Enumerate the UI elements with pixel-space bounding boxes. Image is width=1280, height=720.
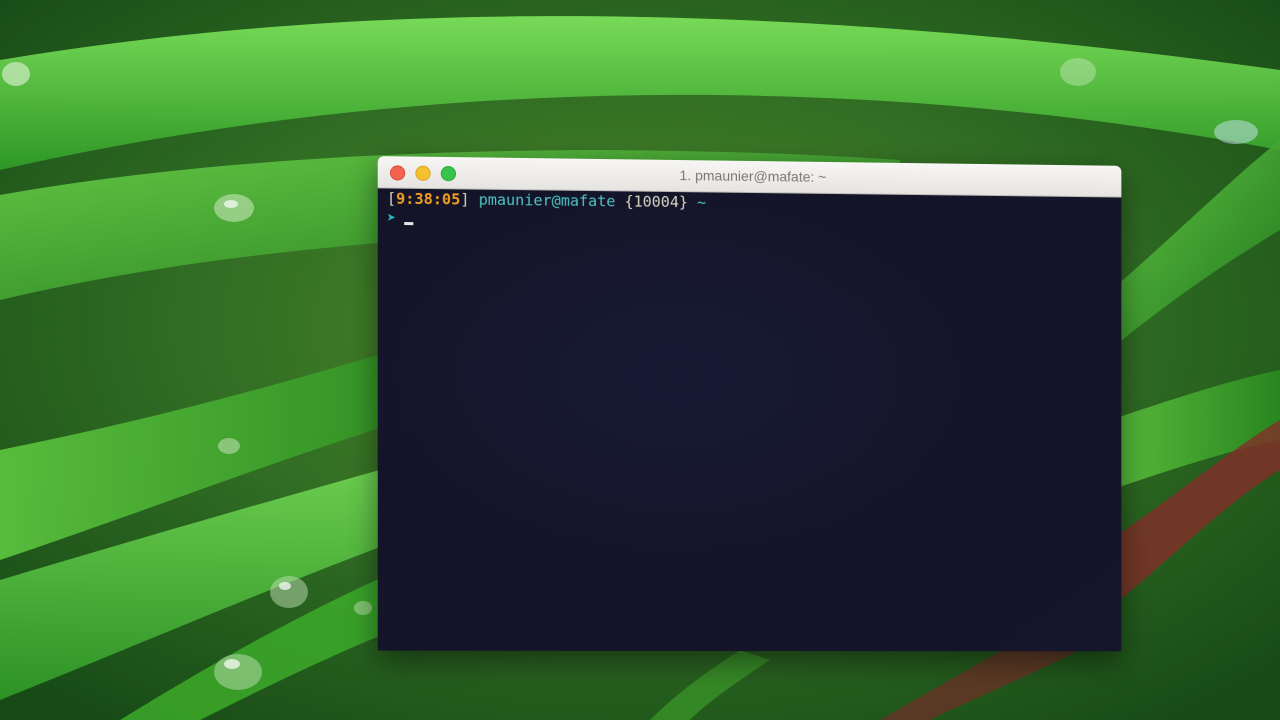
prompt-cwd: ~ [697, 193, 707, 212]
text-cursor [404, 221, 414, 226]
prompt-open-bracket: [ [386, 189, 397, 208]
prompt-job-count: {10004} [624, 192, 688, 212]
prompt-user-host: pmaunier@mafate [478, 190, 616, 211]
desktop: 1. pmaunier@mafate: ~ [9:38:05] pmaunier… [0, 0, 1280, 720]
prompt-time: 9:38:05 [396, 189, 461, 209]
terminal-window[interactable]: 1. pmaunier@mafate: ~ [9:38:05] pmaunier… [377, 156, 1122, 652]
window-title: 1. pmaunier@mafate: ~ [679, 167, 827, 185]
input-line[interactable]: ➤ [386, 208, 414, 228]
prompt-line: [9:38:05] pmaunier@mafate {10004} ~ [387, 188, 706, 212]
prompt-close-bracket: ] [460, 190, 470, 209]
prompt-arrow-icon: ➤ [386, 208, 397, 227]
terminal-body[interactable]: [9:38:05] pmaunier@mafate {10004} ~ ➤ [377, 188, 1122, 652]
